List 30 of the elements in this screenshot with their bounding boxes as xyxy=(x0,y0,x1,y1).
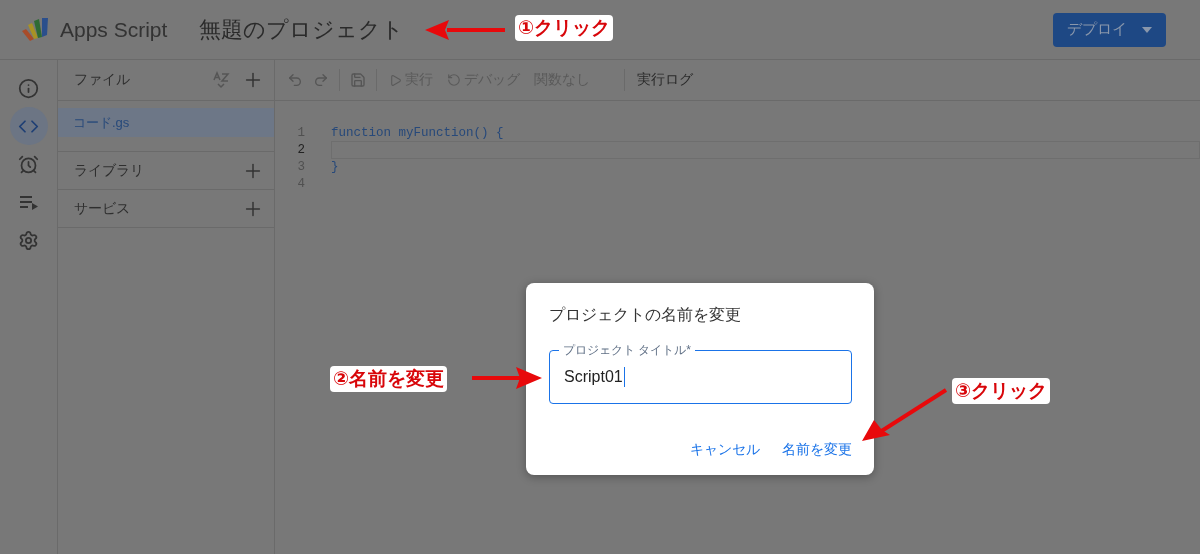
play-icon xyxy=(389,73,402,87)
settings-icon xyxy=(18,229,39,251)
panel-title: ファイル xyxy=(74,71,130,89)
alarm-clock-icon xyxy=(18,153,39,175)
annotation-label: ②名前を変更 xyxy=(330,366,448,392)
dialog-title: プロジェクトの名前を変更 xyxy=(549,305,742,325)
annotation-arrow xyxy=(472,367,542,389)
rail-button[interactable] xyxy=(9,107,48,145)
line-number: 2 xyxy=(296,143,306,157)
annotation-label: ①クリック xyxy=(515,15,614,41)
redo-icon[interactable] xyxy=(313,72,329,88)
title-field[interactable]: プロジェクト タイトル* Script01 xyxy=(549,341,852,404)
log-button[interactable]: 実行ログ xyxy=(635,71,695,89)
info-icon xyxy=(18,77,39,99)
annotation-label: ③クリック xyxy=(952,378,1051,404)
debug-icon xyxy=(447,73,461,87)
sort-icon[interactable] xyxy=(212,71,230,89)
deploy-button[interactable]: デプロイ xyxy=(1053,12,1166,47)
code-line: } xyxy=(331,159,340,174)
project-title[interactable]: 無題のプロジェクト xyxy=(199,14,405,45)
undo-icon[interactable] xyxy=(287,72,303,88)
cancel-button[interactable]: キャンセル xyxy=(690,441,760,459)
list-play-icon xyxy=(18,194,39,210)
section-title: ライブラリ xyxy=(74,161,144,180)
code-line: function myFunction() { xyxy=(331,125,505,140)
app-name: Apps Script xyxy=(60,17,168,42)
save-icon[interactable] xyxy=(350,72,366,88)
section-title: サービス xyxy=(74,199,130,218)
caret-icon xyxy=(1142,26,1152,33)
rename-button[interactable]: 名前を変更 xyxy=(782,441,852,459)
